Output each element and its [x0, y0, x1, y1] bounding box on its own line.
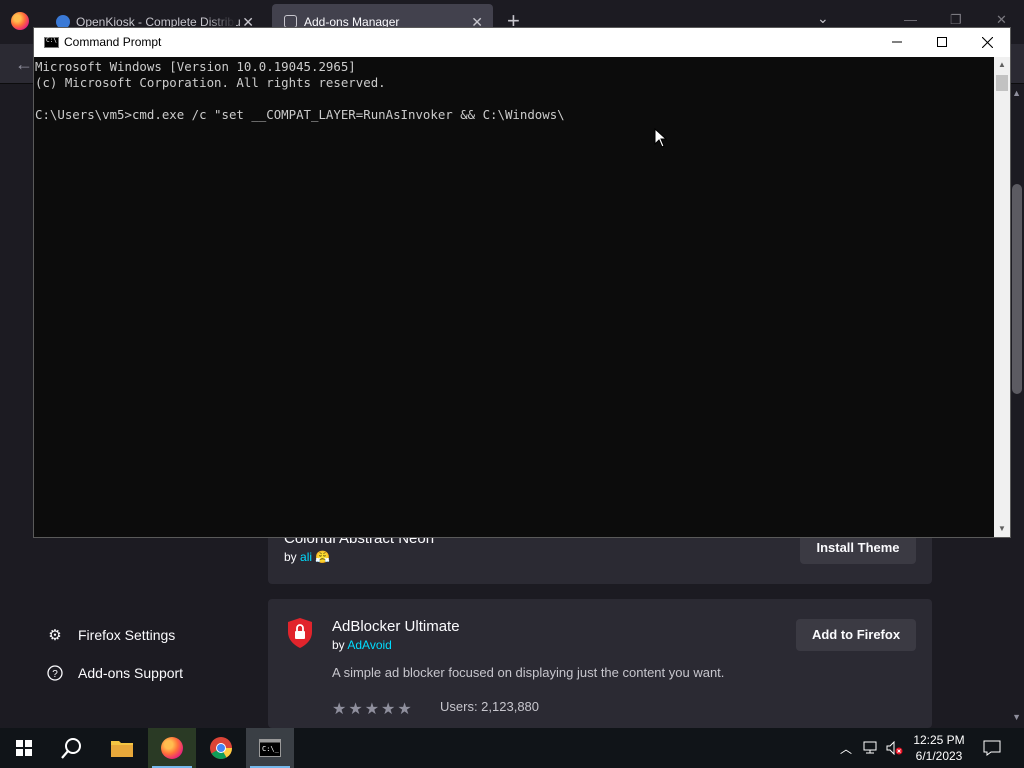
firefox-icon — [161, 737, 183, 759]
windows-icon — [16, 740, 32, 756]
scroll-down-icon[interactable]: ▼ — [1012, 712, 1021, 722]
sidebar-firefox-settings[interactable]: ⚙ Firefox Settings — [46, 626, 175, 644]
show-hidden-icons-chevron-icon[interactable]: ︿ — [838, 728, 854, 768]
windows-taskbar: C:\_ ︿ 12:25 PM 6/1/2023 — [0, 728, 1024, 768]
back-arrow-icon[interactable]: ← — [15, 54, 33, 75]
clock-date: 6/1/2023 — [915, 749, 963, 763]
gear-icon: ⚙ — [48, 627, 62, 644]
sidebar-label: Firefox Settings — [78, 627, 176, 643]
help-icon: ? — [46, 664, 64, 682]
minimize-icon[interactable]: — — [904, 12, 917, 27]
author-link[interactable]: ali — [300, 550, 312, 564]
close-icon[interactable]: ✕ — [996, 12, 1007, 28]
network-icon[interactable] — [862, 728, 880, 768]
sidebar-label: Add-ons Support — [78, 665, 184, 681]
console-output[interactable]: Microsoft Windows [Version 10.0.19045.29… — [34, 57, 994, 537]
clock-time: 12:25 PM — [913, 733, 965, 747]
adblocker-card[interactable]: AdBlocker Ultimate by AdAvoid Add to Fir… — [268, 599, 932, 728]
window-title: Command Prompt — [64, 35, 162, 49]
console-line: (c) Microsoft Corporation. All rights re… — [35, 75, 386, 90]
rating-stars: ★★★★★ — [332, 701, 414, 718]
firefox-taskbar-button[interactable] — [148, 728, 196, 768]
user-count: Users: 2,123,880 — [440, 699, 540, 714]
start-button[interactable] — [0, 728, 48, 768]
folder-icon — [111, 741, 133, 757]
page-scrollbar[interactable]: ▲ ▼ — [1010, 84, 1024, 728]
scroll-down-icon[interactable]: ▼ — [994, 521, 1010, 537]
cmd-taskbar-button[interactable]: C:\_ — [246, 728, 294, 768]
minimize-button[interactable] — [874, 28, 920, 57]
console-line: Microsoft Windows [Version 10.0.19045.29… — [35, 59, 356, 74]
close-button[interactable] — [964, 28, 1010, 57]
command-prompt-window[interactable]: Command Prompt Microsoft Windows [Versio… — [33, 27, 1011, 538]
mouse-pointer-icon — [654, 128, 668, 148]
adblocker-shield-icon — [288, 618, 312, 648]
svg-text:C:\_: C:\_ — [262, 745, 280, 753]
svg-text:?: ? — [52, 669, 58, 680]
search-icon — [61, 738, 81, 759]
clock[interactable]: 12:25 PM 6/1/2023 — [904, 728, 974, 768]
cmd-title-bar[interactable]: Command Prompt — [34, 28, 1010, 57]
author-emoji: 😤 — [315, 550, 331, 564]
chrome-icon — [210, 737, 232, 759]
console-input-line[interactable]: C:\Users\vm5>cmd.exe /c "set __COMPAT_LA… — [35, 107, 994, 123]
chrome-taskbar-button[interactable] — [197, 728, 245, 768]
adblocker-author: by AdAvoid — [332, 638, 392, 652]
scrollbar-thumb[interactable] — [996, 75, 1008, 91]
search-button[interactable] — [48, 728, 96, 768]
adblocker-title: AdBlocker Ultimate — [332, 618, 460, 635]
scroll-up-icon[interactable]: ▲ — [1012, 88, 1021, 98]
cmd-icon: C:\_ — [259, 739, 281, 757]
scrollbar-thumb[interactable] — [1012, 184, 1022, 394]
volume-muted-icon[interactable] — [886, 728, 904, 768]
add-to-firefox-button[interactable]: Add to Firefox — [796, 619, 916, 651]
file-explorer-button[interactable] — [98, 728, 146, 768]
theme-author: by ali 😤 — [284, 550, 331, 564]
maximize-icon — [937, 37, 947, 47]
firefox-logo-icon[interactable] — [11, 12, 29, 30]
maximize-button[interactable] — [919, 28, 965, 57]
minimize-icon — [892, 41, 902, 43]
cmd-icon[interactable] — [44, 37, 59, 48]
notification-center-icon[interactable] — [980, 728, 1004, 768]
close-icon — [981, 36, 993, 49]
list-all-tabs-icon[interactable]: ⌄ — [817, 10, 829, 27]
cmd-scrollbar[interactable]: ▲ ▼ — [994, 57, 1010, 537]
adblocker-description: A simple ad blocker focused on displayin… — [332, 665, 725, 680]
author-link[interactable]: AdAvoid — [347, 638, 391, 652]
sidebar-addons-support[interactable]: ? Add-ons Support — [46, 664, 183, 682]
restore-icon[interactable]: ❐ — [950, 12, 962, 28]
scroll-up-icon[interactable]: ▲ — [994, 57, 1010, 73]
